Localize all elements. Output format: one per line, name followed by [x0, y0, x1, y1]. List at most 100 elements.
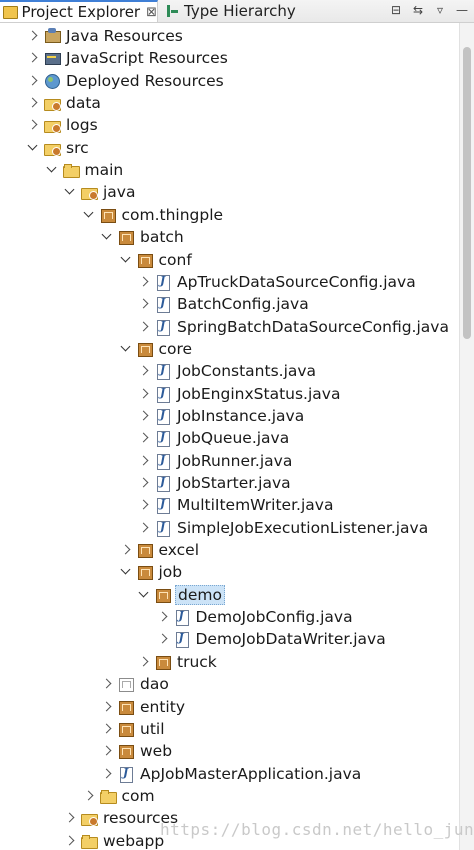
tree-item-label: util	[140, 719, 165, 738]
folder-icon	[99, 788, 117, 804]
expand-chevron-icon[interactable]	[100, 696, 114, 718]
package-icon	[137, 542, 153, 559]
expand-chevron-icon[interactable]	[100, 673, 114, 695]
expand-chevron-icon[interactable]	[119, 539, 133, 561]
java-file-icon	[155, 363, 171, 381]
tree-item[interactable]: JobConstants.java	[0, 360, 460, 382]
view-menu-icon[interactable]: ▿	[432, 2, 448, 18]
expand-chevron-icon[interactable]	[137, 494, 151, 516]
tree-item[interactable]: web	[0, 740, 460, 762]
expand-chevron-icon[interactable]	[156, 628, 170, 650]
tree-item[interactable]: excel	[0, 539, 460, 561]
expand-chevron-icon[interactable]	[100, 718, 114, 740]
expand-chevron-icon[interactable]	[137, 405, 151, 427]
tab-project-explorer[interactable]: Project Explorer ⊠	[0, 0, 158, 22]
collapse-chevron-icon[interactable]	[119, 338, 133, 360]
minimize-icon[interactable]: —	[454, 2, 470, 18]
tree-item[interactable]: core	[0, 338, 460, 360]
collapse-chevron-icon[interactable]	[82, 204, 96, 226]
link-with-editor-icon[interactable]: ⇆	[410, 2, 426, 18]
tree-item[interactable]: DemoJobConfig.java	[0, 606, 460, 628]
expand-chevron-icon[interactable]	[137, 517, 151, 539]
expand-chevron-icon[interactable]	[26, 114, 40, 136]
collapse-chevron-icon[interactable]	[45, 159, 59, 181]
expand-chevron-icon[interactable]	[137, 316, 151, 338]
tree-item-label: JavaScript Resources	[66, 49, 228, 68]
collapse-chevron-icon[interactable]	[26, 137, 40, 159]
expand-chevron-icon[interactable]	[137, 271, 151, 293]
tree-item[interactable]: batch	[0, 226, 460, 248]
expand-chevron-icon[interactable]	[156, 606, 170, 628]
folder-icon	[62, 162, 80, 179]
scrollbar-thumb[interactable]	[463, 47, 471, 339]
expand-chevron-icon[interactable]	[137, 651, 151, 673]
tree-item[interactable]: BatchConfig.java	[0, 293, 460, 315]
tree-item[interactable]: dao	[0, 673, 460, 695]
java-file-icon	[118, 766, 134, 783]
source-folder-icon	[44, 95, 61, 112]
expand-chevron-icon[interactable]	[137, 450, 151, 472]
collapse-chevron-icon[interactable]	[100, 226, 114, 248]
tab-type-hierarchy[interactable]: Type Hierarchy	[160, 0, 296, 22]
tree-item[interactable]: com.thingple	[0, 204, 460, 226]
tree-item[interactable]: JobQueue.java	[0, 427, 460, 449]
tree-item[interactable]: src	[0, 137, 460, 159]
expand-chevron-icon[interactable]	[26, 70, 40, 92]
source-folder-icon	[81, 810, 98, 827]
expand-chevron-icon[interactable]	[100, 763, 114, 785]
tree-item[interactable]: main	[0, 159, 460, 181]
tree-item[interactable]: demo	[0, 584, 460, 606]
tree-item[interactable]: JobEnginxStatus.java	[0, 383, 460, 405]
source-folder-icon	[81, 184, 98, 201]
tree-item[interactable]: MultiItemWriter.java	[0, 494, 460, 516]
expand-chevron-icon[interactable]	[137, 427, 151, 449]
tree-item-label: core	[158, 339, 193, 358]
tree-item-label: BatchConfig.java	[177, 295, 309, 314]
tree-item[interactable]: SpringBatchDataSourceConfig.java	[0, 316, 460, 338]
collapse-chevron-icon[interactable]	[119, 249, 133, 271]
tree-item[interactable]: JobStarter.java	[0, 472, 460, 494]
tree-item[interactable]: JavaScript Resources	[0, 47, 460, 69]
tree-item[interactable]: entity	[0, 696, 460, 718]
tree-item[interactable]: Java Resources	[0, 25, 460, 47]
tree-item[interactable]: JobRunner.java	[0, 450, 460, 472]
tree-item[interactable]: JobInstance.java	[0, 405, 460, 427]
expand-chevron-icon[interactable]	[137, 383, 151, 405]
collapse-all-icon[interactable]: ⊟	[388, 2, 404, 18]
tree-item[interactable]: com	[0, 785, 460, 807]
collapse-chevron-icon[interactable]	[137, 584, 151, 606]
tree-item[interactable]: data	[0, 92, 460, 114]
expand-chevron-icon[interactable]	[137, 472, 151, 494]
expand-chevron-icon[interactable]	[26, 92, 40, 114]
expand-chevron-icon[interactable]	[26, 47, 40, 69]
expand-chevron-icon[interactable]	[137, 293, 151, 315]
expand-chevron-icon[interactable]	[82, 785, 96, 807]
tree-item[interactable]: truck	[0, 651, 460, 673]
tree-item[interactable]: Deployed Resources	[0, 70, 460, 92]
tree-item[interactable]: conf	[0, 249, 460, 271]
tree-item[interactable]: job	[0, 561, 460, 583]
package-icon	[137, 341, 153, 357]
expand-chevron-icon[interactable]	[63, 807, 77, 829]
tree-item[interactable]: java	[0, 181, 460, 203]
expand-chevron-icon[interactable]	[26, 25, 40, 47]
project-tree: Java Resources JavaScript Resources Deploy…	[0, 25, 460, 850]
tree-item[interactable]: util	[0, 718, 460, 740]
collapse-chevron-icon[interactable]	[63, 181, 77, 203]
tree-item[interactable]: SimpleJobExecutionListener.java	[0, 517, 460, 539]
collapse-chevron-icon[interactable]	[119, 561, 133, 583]
expand-chevron-icon[interactable]	[100, 740, 114, 762]
tree-item[interactable]: DemoJobDataWriter.java	[0, 628, 460, 650]
expand-chevron-icon[interactable]	[63, 830, 77, 850]
tree-item[interactable]: logs	[0, 114, 460, 136]
close-tab-icon[interactable]: ⊠	[146, 5, 157, 20]
java-file-icon	[155, 520, 171, 537]
tree-item[interactable]: ApJobMasterApplication.java	[0, 763, 460, 785]
java-file-icon	[155, 386, 171, 403]
tree-item[interactable]: ApTruckDataSourceConfig.java	[0, 271, 460, 293]
expand-chevron-icon[interactable]	[137, 360, 151, 382]
tree-item-label: com	[121, 786, 155, 805]
java-file-icon	[155, 319, 171, 336]
vertical-scrollbar[interactable]	[459, 23, 474, 850]
java-file-icon	[174, 609, 190, 627]
